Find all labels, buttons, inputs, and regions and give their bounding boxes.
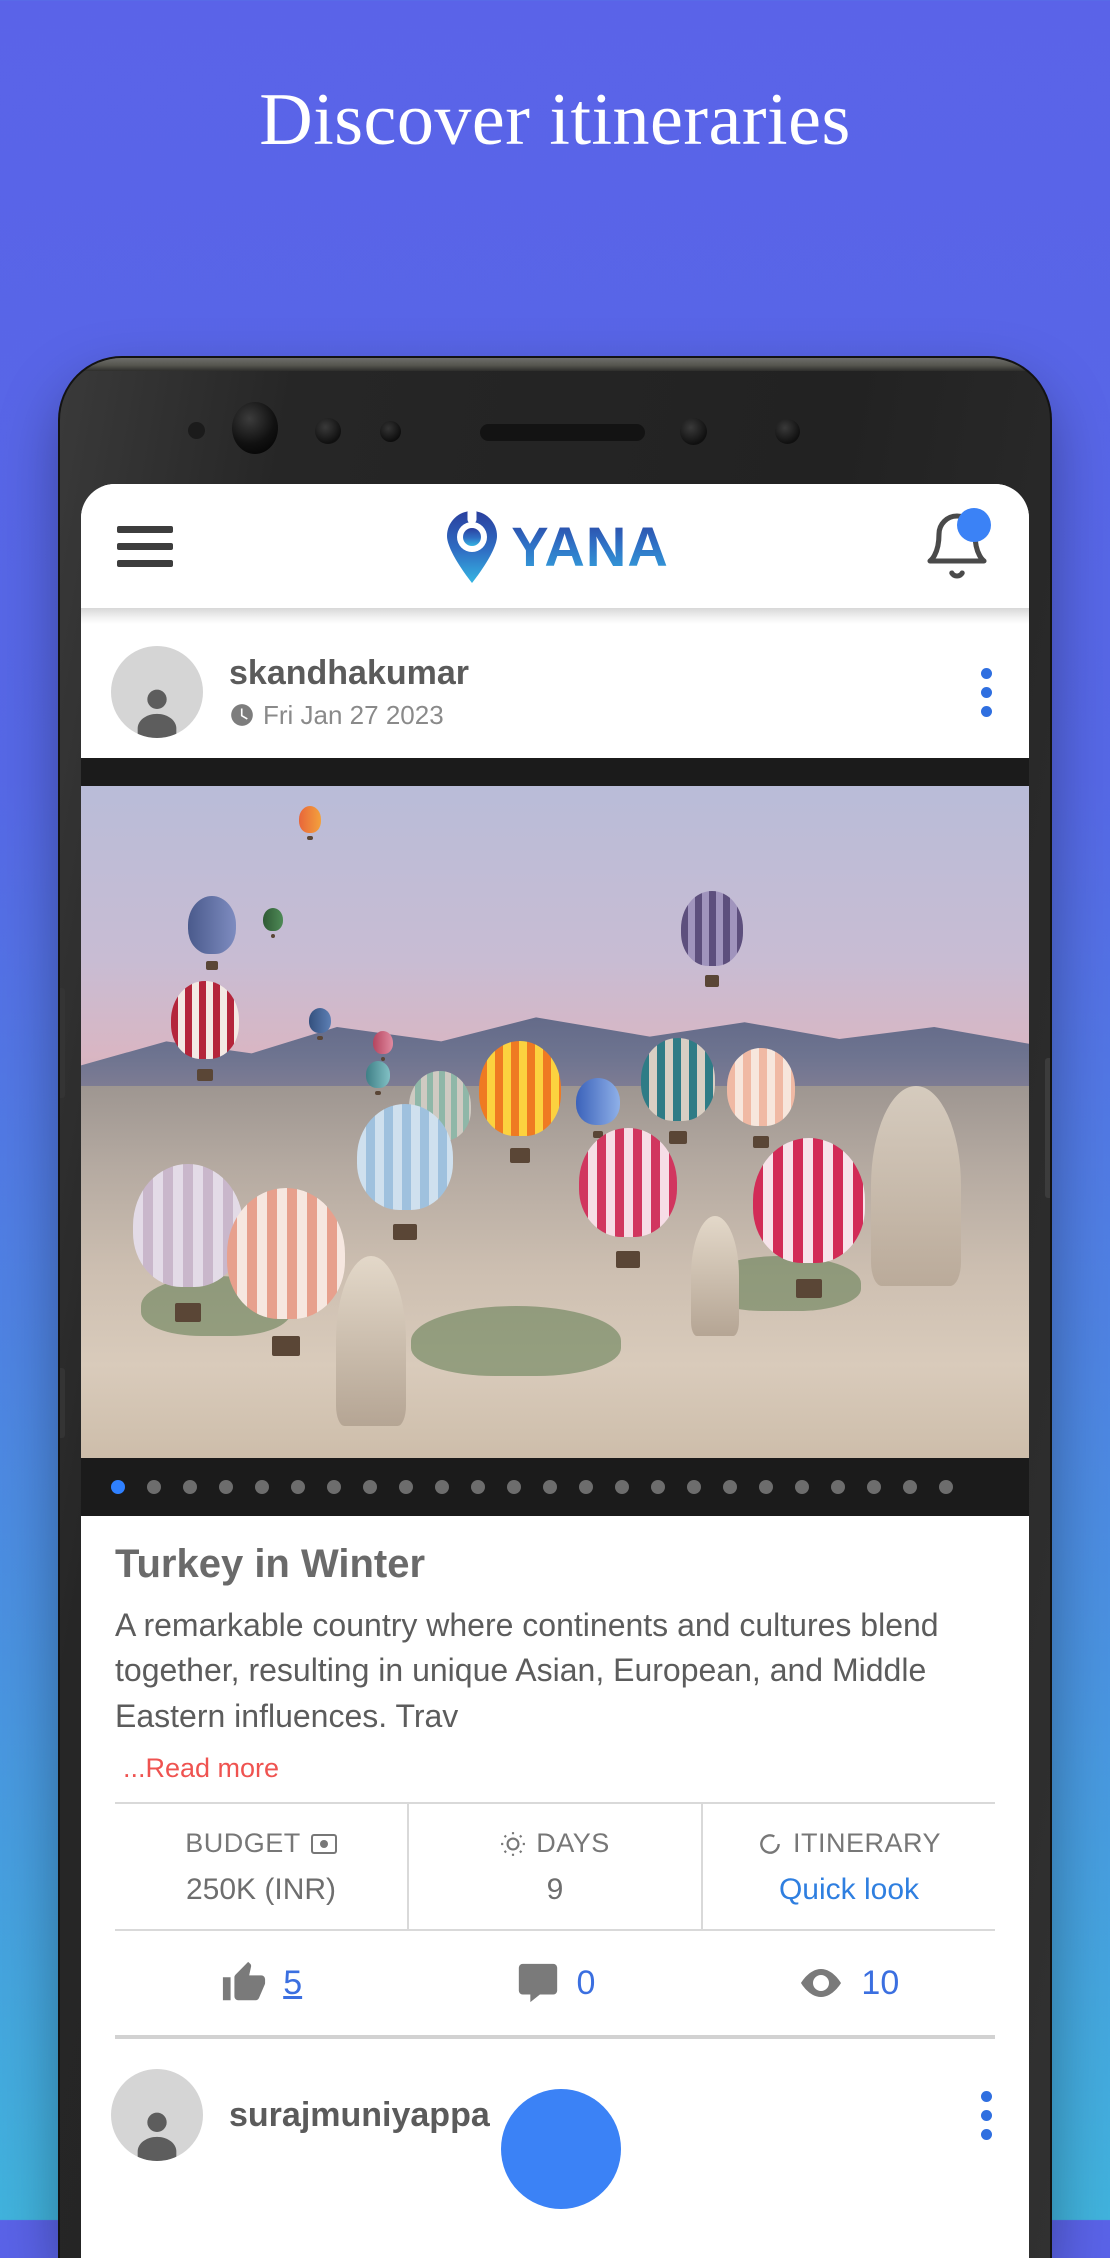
proximity-sensor-icon [315,418,341,444]
page-title: Discover itineraries [259,79,851,161]
clock-icon [231,704,253,726]
header-divider [81,608,1029,624]
stat-itinerary: ITINERARY Quick look [701,1804,995,1930]
iris-sensor-icon [380,421,401,442]
stat-days-label: DAYS [536,1828,610,1859]
balloon [263,908,283,938]
stat-itinerary-label: ITINERARY [792,1828,942,1859]
balloon [753,1138,865,1298]
tertiary-sensor-icon [775,419,800,444]
post-header: skandhakumar Fri Jan 27 2023 [81,624,1029,758]
balloon [373,1031,393,1061]
comment-bubble-icon [518,1964,557,2003]
kebab-menu-icon[interactable] [963,658,999,727]
feed-post: skandhakumar Fri Jan 27 2023 Turkey in W… [81,624,1029,2046]
phone-volume-down-button [60,1368,65,1438]
balloon [366,1061,390,1095]
avatar[interactable] [111,2069,203,2162]
read-more-link[interactable]: ...Read more [115,1753,995,1784]
phone-top-edge [60,358,1050,371]
circle-outline-icon [760,1833,780,1854]
post-body: Turkey in Winter A remarkable country wh… [81,1516,1029,2045]
phone-power-button [1045,1058,1050,1198]
stat-budget-label-row: BUDGET [115,1828,407,1859]
post-engagement-row: 5 0 10 [115,1929,995,2040]
carousel-dots[interactable] [81,1458,1029,1516]
balloon [171,981,239,1081]
post-meta: skandhakumar Fri Jan 27 2023 [229,653,469,730]
stat-budget-label: BUDGET [185,1828,301,1859]
balloon [479,1041,561,1163]
thumbs-up-icon [223,1962,266,2001]
app-header: YANA [81,484,1029,608]
post-description: A remarkable country where continents an… [115,1607,939,1734]
front-camera-icon [232,402,278,454]
earpiece-speaker [480,424,645,441]
stat-itinerary-label-row: ITINERARY [703,1828,995,1859]
sun-icon [501,1831,526,1856]
post-stats-row: BUDGET 250K (INR) DAYS 9 ITINERARY Quick… [115,1802,995,1930]
views-indicator[interactable]: 10 [702,1931,995,2035]
stat-budget: BUDGET 250K (INR) [115,1804,407,1929]
stat-days: DAYS 9 [407,1804,701,1930]
hamburger-menu-icon[interactable] [117,525,173,567]
notification-badge [957,508,991,542]
person-avatar-icon [137,2112,177,2162]
comment-button[interactable]: 0 [408,1931,701,2035]
balloon [227,1188,345,1356]
balloon [299,806,321,840]
feed-post-next: surajmuniyappa [81,2045,1029,2210]
balloon [188,896,236,970]
brand-name: YANA [511,514,669,578]
light-sensor-icon [188,422,205,439]
notification-bell-button[interactable] [921,508,993,582]
quick-look-link[interactable]: Quick look [703,1873,995,1907]
like-button[interactable]: 5 [115,1931,408,2035]
phone-volume-up-button [60,988,65,1098]
kebab-menu-icon[interactable] [963,2081,999,2150]
phone-screen: YANA skandhakumar Fri Jan 27 2023 Turkey… [81,484,1029,2258]
balloon [681,891,743,987]
stat-days-label-row: DAYS [409,1828,701,1859]
post-date: Fri Jan 27 2023 [263,699,444,730]
secondary-sensor-icon [680,418,707,445]
stat-budget-value: 250K (INR) [185,1873,337,1907]
post-image[interactable] [81,786,1029,1458]
phone-sensor-row [60,402,1050,468]
balloon [309,1008,331,1040]
balloon [727,1048,795,1148]
avatar[interactable] [111,646,203,738]
balloon [579,1128,677,1268]
post-author[interactable]: surajmuniyappa [229,2095,490,2135]
like-count: 5 [283,1963,303,2002]
location-pin-icon [447,508,498,583]
post-media [81,758,1029,1516]
post-title: Turkey in Winter [115,1542,426,1586]
person-avatar-icon [137,689,177,738]
post-author[interactable]: skandhakumar [229,653,469,693]
media-top-letterbox [81,758,1029,786]
post-highlight-circle [501,2089,621,2210]
money-note-icon [310,1833,337,1854]
view-count: 10 [861,1963,900,2002]
balloon [357,1104,453,1240]
comment-count: 0 [576,1963,596,2002]
eye-icon [801,1969,842,1998]
brand-logo: YANA [81,508,1029,584]
post-date-row: Fri Jan 27 2023 [229,700,469,731]
post-meta: surajmuniyappa [229,2095,490,2135]
phone-mockup: YANA skandhakumar Fri Jan 27 2023 Turkey… [60,358,1050,2258]
stat-days-value: 9 [546,1873,564,1907]
